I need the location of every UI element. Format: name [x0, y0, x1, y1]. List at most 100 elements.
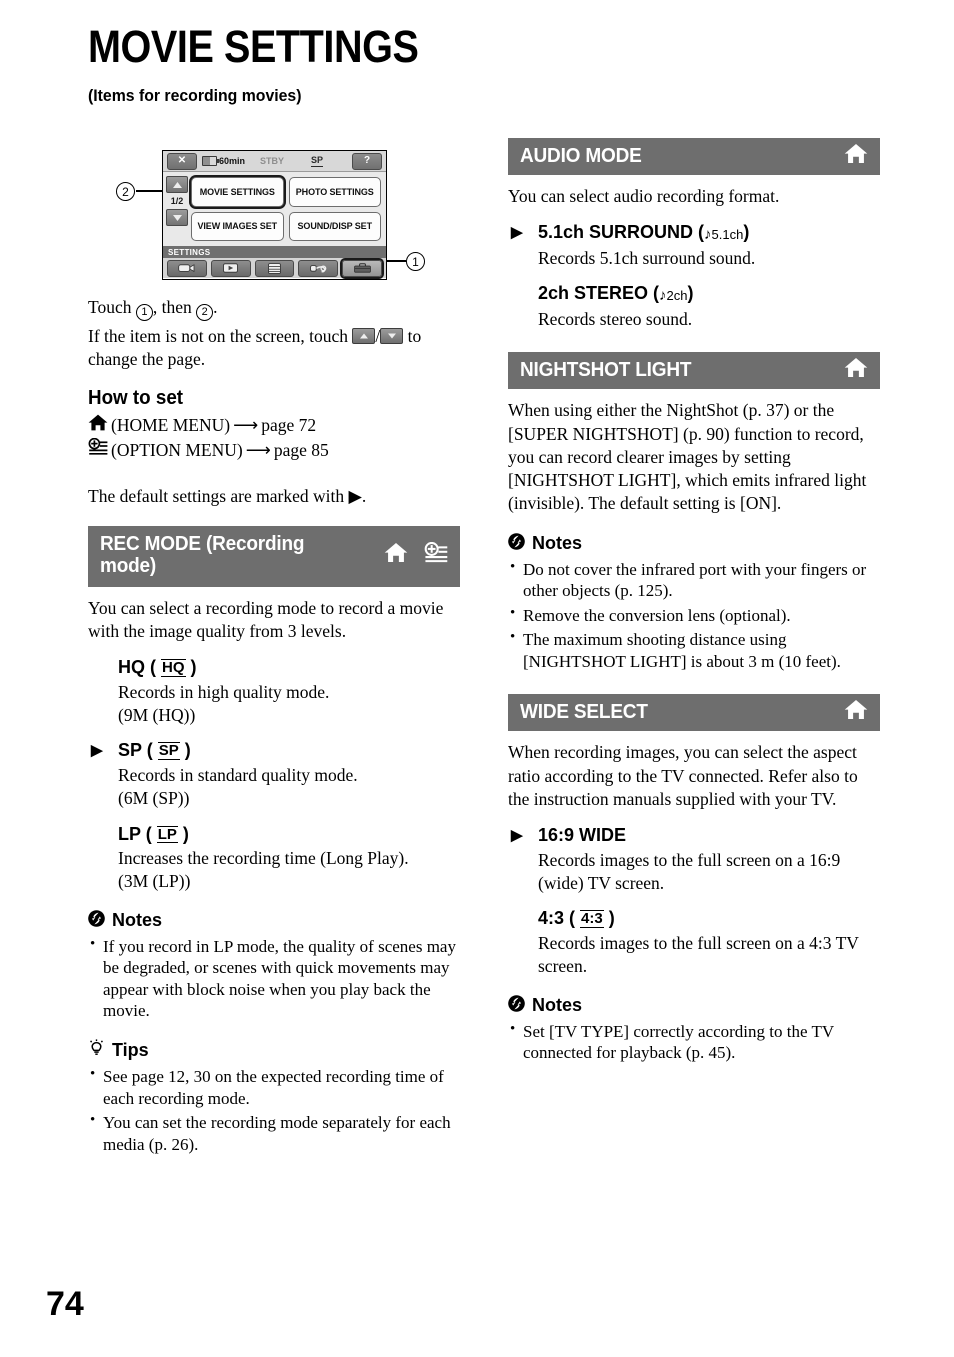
others-icon[interactable]: [298, 259, 339, 277]
default-marker-icon: ▶: [511, 828, 523, 845]
rec-mode-tips-heading: Tips: [88, 1039, 460, 1062]
list-item: Set [TV TYPE] correctly according to the…: [508, 1020, 880, 1064]
section-title-nightshot-light: NIGHTSHOT LIGHT: [520, 359, 692, 382]
home-icon: [844, 143, 868, 169]
option-lp-symbol: LP: [156, 825, 178, 844]
section-header-wide-select: WIDE SELECT: [508, 694, 880, 732]
battery-time: 60min: [219, 156, 246, 166]
nightshot-light-intro: When using either the NightShot (p. 37) …: [508, 400, 867, 514]
section-header-nightshot-light: NIGHTSHOT LIGHT: [508, 352, 880, 390]
callout-2: 2: [116, 182, 135, 201]
manage-media-icon[interactable]: [254, 259, 295, 277]
audio-mode-intro: You can select audio recording format.: [508, 186, 780, 206]
section-title-wide-select: WIDE SELECT: [520, 701, 648, 724]
home-menu-label: (HOME MENU): [111, 415, 231, 436]
section-icons-audio-mode: [836, 143, 868, 169]
option-menu-arrow: ⟶: [245, 439, 271, 460]
option-sp-symbol: SP: [157, 742, 180, 761]
option-4-3-symbol: 4:3: [580, 910, 604, 929]
default-marker-icon: ▶: [511, 225, 523, 242]
menu-item-photo-settings[interactable]: PHOTO SETTINGS: [288, 177, 381, 207]
nightshot-notes-heading: Notes: [508, 532, 880, 555]
option-hq-name: HQ: [118, 657, 145, 678]
option-lp-desc: Increases the recording time (Long Play)…: [118, 848, 409, 891]
menu-item-movie-settings[interactable]: MOVIE SETTINGS: [191, 177, 284, 207]
section-header-audio-mode: AUDIO MODE: [508, 138, 880, 175]
option-hq: HQ ( HQ ): [118, 657, 197, 678]
list-item: Remove the conversion lens (optional).: [508, 604, 880, 627]
touch-instruction: Touch 1, then 2.: [88, 296, 460, 321]
page-title: MOVIE SETTINGS: [88, 21, 419, 72]
option-16-9-wide: ▶ 16:9 WIDE: [508, 825, 880, 846]
option-16-9-name: 16:9 WIDE: [538, 825, 627, 846]
rec-mode-indicator: SP: [311, 154, 324, 167]
page-down-button[interactable]: [166, 209, 188, 226]
inline-down-arrow-icon: [380, 327, 404, 344]
lcd-menu-body: 1/2 MOVIE SETTINGS PHOTO SETTINGS VIEW I…: [163, 172, 386, 246]
callout-1-leader: [384, 260, 406, 262]
rec-mode-notes-heading: Notes: [88, 909, 460, 932]
page-number: 74: [46, 1285, 84, 1323]
tips-icon: [88, 1039, 105, 1062]
option-menu-label: (OPTION MENU): [111, 439, 243, 460]
default-settings-note: The default settings are marked with ▶.: [88, 485, 367, 506]
option-2ch-symbol: ♪2ch: [659, 287, 688, 305]
lcd-menu-grid: MOVIE SETTINGS PHOTO SETTINGS VIEW IMAGE…: [191, 172, 386, 246]
option-lp: LP ( LP ): [118, 823, 189, 844]
section-icons-rec-mode: [376, 541, 448, 569]
wide-select-notes-heading: Notes: [508, 994, 880, 1017]
option-2ch-stereo: 2ch STEREO (♪2ch): [538, 283, 694, 305]
option-16-9-desc: Records images to the full screen on a 1…: [538, 849, 841, 893]
rec-mode-notes-list: If you record in LP mode, the quality of…: [88, 935, 460, 1022]
option-lp-name: LP: [118, 823, 141, 844]
list-item: You can set the recording mode separatel…: [88, 1111, 460, 1155]
callout-1: 1: [406, 252, 425, 271]
option-4-3-name: 4:3: [538, 908, 565, 929]
section-header-rec-mode: REC MODE (Recording mode): [88, 525, 460, 587]
option-hq-desc: Records in high quality mode. (9M (HQ)): [118, 681, 330, 725]
list-item: The maximum shooting distance using [NIG…: [508, 628, 880, 672]
wide-select-notes-list: Set [TV TYPE] correctly according to the…: [508, 1020, 880, 1064]
lcd-page-nav: 1/2: [163, 172, 191, 246]
section-icons-wide-select: [836, 699, 868, 725]
left-column: 2 1 ✕ 60min STBY SP ? 1/2 MOVIE SETTINGS…: [88, 140, 460, 1158]
list-item: See page 12, 30 on the expected recordin…: [88, 1065, 460, 1109]
option-menu-page: page 85: [273, 439, 329, 460]
notes-icon: [508, 994, 525, 1017]
page-up-button[interactable]: [166, 176, 188, 193]
close-button[interactable]: ✕: [167, 152, 197, 170]
wide-select-intro: When recording images, you can select th…: [508, 742, 858, 810]
list-item: If you record in LP mode, the quality of…: [88, 935, 460, 1022]
section-title-audio-mode: AUDIO MODE: [520, 144, 642, 167]
page-change-instruction: If the item is not on the screen, touch …: [88, 325, 422, 370]
right-column: AUDIO MODE You can select audio recordin…: [508, 138, 880, 1067]
standby-status: STBY: [260, 156, 285, 166]
lcd-screen: ✕ 60min STBY SP ? 1/2 MOVIE SETTINGS PHO…: [162, 150, 387, 280]
inline-callout-1: 1: [135, 303, 153, 321]
option-sp-desc: Records in standard quality mode. (6M (S…: [118, 765, 358, 808]
nightshot-notes-list: Do not cover the infrared port with your…: [508, 558, 880, 673]
lcd-tab-bar: [163, 258, 386, 278]
home-menu-line: (HOME MENU) ⟶ page 72: [88, 414, 460, 438]
inline-callout-2: 2: [196, 303, 214, 321]
home-icon: [88, 414, 108, 438]
page-indicator: 1/2: [170, 196, 184, 206]
rec-mode-tips-list: See page 12, 30 on the expected recordin…: [88, 1065, 460, 1155]
playback-icon[interactable]: [210, 259, 251, 277]
option-5-1ch-surround: ▶ 5.1ch SURROUND (♪5.1ch): [511, 222, 750, 244]
home-menu-arrow: ⟶: [233, 415, 259, 436]
notes-icon: [88, 909, 105, 932]
settings-toolbox-icon[interactable]: [342, 259, 382, 277]
menu-item-sound-disp-set[interactable]: SOUND/DISP SET: [288, 211, 381, 241]
help-button[interactable]: ?: [352, 152, 382, 170]
option-5-1ch-desc: Records 5.1ch surround sound.: [538, 247, 756, 268]
option-menu-icon: [88, 437, 108, 463]
option-menu-icon: [424, 541, 448, 569]
home-icon: [384, 542, 408, 568]
option-sp-name: SP: [118, 740, 142, 761]
page-subtitle: (Items for recording movies): [88, 86, 302, 105]
menu-item-view-images-set[interactable]: VIEW IMAGES SET: [191, 211, 284, 241]
default-marker-icon: ▶: [91, 743, 103, 760]
how-to-set-heading: How to set: [88, 387, 184, 410]
camera-icon[interactable]: [167, 259, 207, 277]
